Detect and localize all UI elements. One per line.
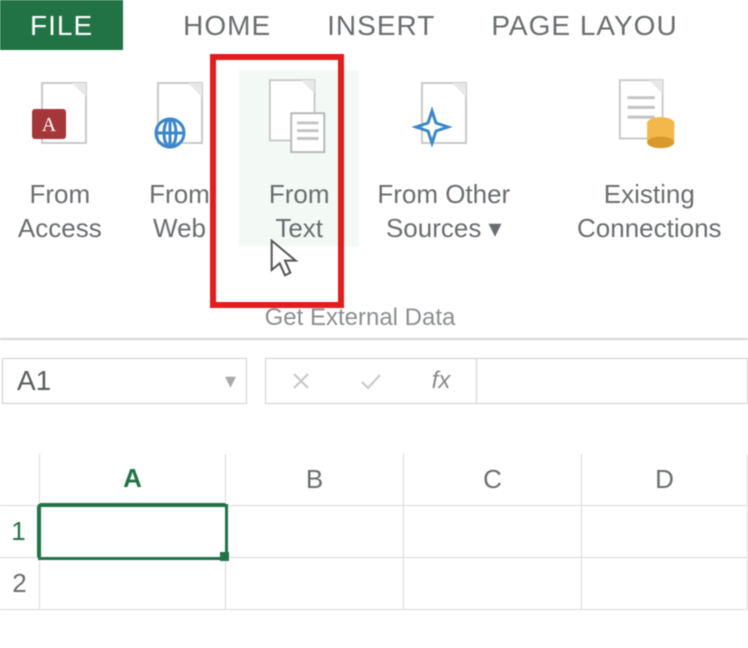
from-access-label: From Access xyxy=(18,178,102,246)
from-text-label: From Text xyxy=(269,178,330,246)
tab-file[interactable]: FILE xyxy=(0,0,123,50)
insert-function-button[interactable]: fx xyxy=(406,367,476,395)
access-icon: A xyxy=(25,76,95,166)
existing-connections-label: Existing Connections xyxy=(577,178,722,246)
cell-c1[interactable] xyxy=(404,506,582,558)
col-header-b[interactable]: B xyxy=(226,454,404,506)
cell-b2[interactable] xyxy=(226,558,404,610)
formula-input[interactable] xyxy=(477,358,748,404)
existing-connections-button[interactable]: Existing Connections xyxy=(555,70,744,246)
svg-text:A: A xyxy=(42,114,57,136)
name-box-dropdown-icon[interactable]: ▾ xyxy=(225,368,236,394)
existing-connections-icon xyxy=(614,76,684,166)
cell-d1[interactable] xyxy=(582,506,748,558)
enter-button[interactable] xyxy=(336,371,406,391)
from-access-button[interactable]: A From Access xyxy=(0,70,120,246)
cancel-button[interactable] xyxy=(266,371,336,391)
tab-home[interactable]: HOME xyxy=(123,0,299,50)
from-web-button[interactable]: From Web xyxy=(120,70,240,246)
cell-d2[interactable] xyxy=(582,558,748,610)
from-web-label: From Web xyxy=(149,178,210,246)
cell-a2[interactable] xyxy=(40,558,226,610)
other-sources-icon xyxy=(409,76,479,166)
text-file-icon xyxy=(264,76,334,166)
name-box[interactable]: A1 ▾ xyxy=(2,358,247,404)
from-text-button[interactable]: From Text xyxy=(239,70,359,246)
col-header-c[interactable]: C xyxy=(404,454,582,506)
row-header-2[interactable]: 2 xyxy=(0,558,40,610)
row-header-1[interactable]: 1 xyxy=(0,506,40,558)
col-header-d[interactable]: D xyxy=(582,454,748,506)
web-icon xyxy=(145,76,215,166)
formula-bar: A1 ▾ fx xyxy=(0,340,748,404)
formula-buttons: fx xyxy=(265,358,477,404)
cell-b1[interactable] xyxy=(226,506,404,558)
from-other-sources-label: From Other Sources ▾ xyxy=(377,178,510,246)
name-box-value: A1 xyxy=(17,365,51,397)
ribbon-group-get-external-data: A From Access From Web xyxy=(0,50,748,246)
cell-a1[interactable] xyxy=(40,506,226,558)
worksheet-grid[interactable]: A B C D 1 2 xyxy=(0,454,748,610)
tab-page-layout[interactable]: PAGE LAYOU xyxy=(463,0,705,50)
select-all-corner[interactable] xyxy=(0,454,40,506)
tab-insert[interactable]: INSERT xyxy=(299,0,463,50)
ribbon: A From Access From Web xyxy=(0,50,748,340)
col-header-a[interactable]: A xyxy=(40,454,226,506)
tab-strip: FILE HOME INSERT PAGE LAYOU xyxy=(0,0,748,50)
ribbon-group-caption: Get External Data xyxy=(200,304,520,332)
cell-c2[interactable] xyxy=(404,558,582,610)
from-other-sources-button[interactable]: From Other Sources ▾ xyxy=(359,70,529,246)
